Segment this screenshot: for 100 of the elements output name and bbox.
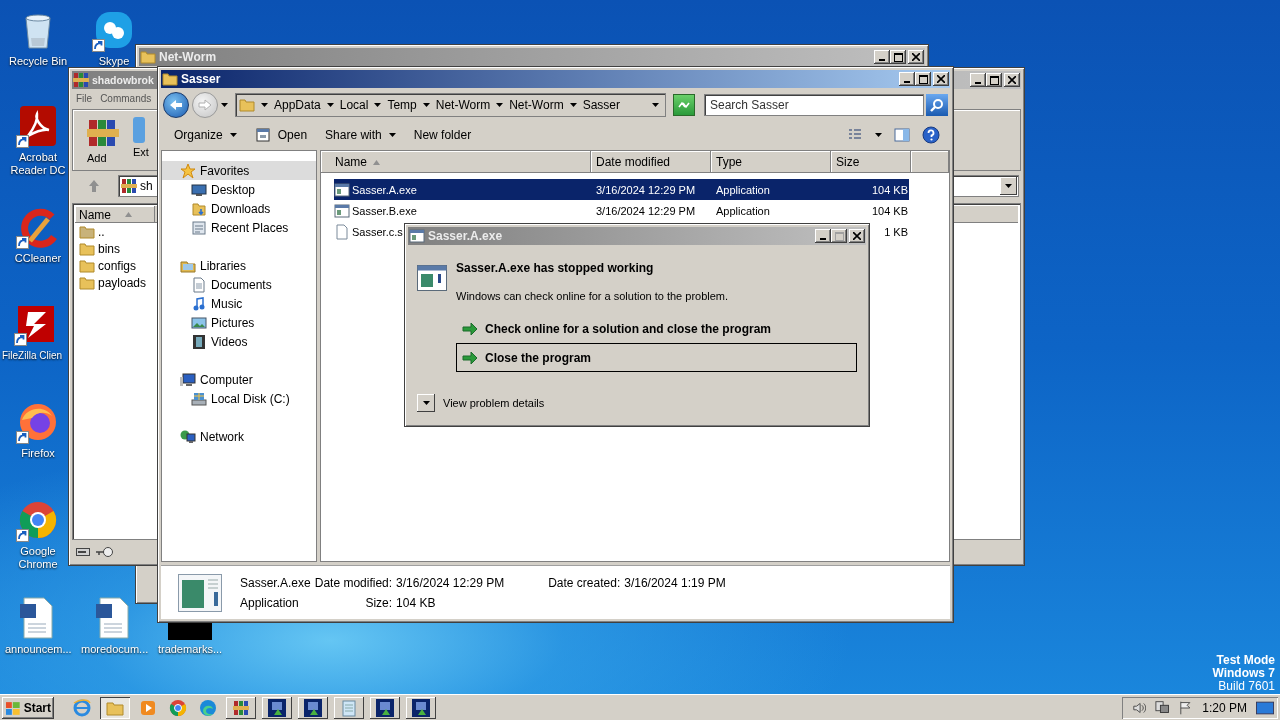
breadcrumb-item[interactable]: Sasser — [582, 98, 620, 112]
dialog-option[interactable]: Close the program — [456, 343, 857, 372]
back-button[interactable] — [163, 92, 189, 118]
desktop-icon — [191, 181, 207, 198]
desktop-icon-label: FileZilla Clien — [2, 349, 62, 362]
taskbar-button[interactable] — [406, 696, 436, 719]
close-button[interactable] — [908, 50, 924, 64]
file-name[interactable]: configs — [98, 258, 137, 273]
dialog-option[interactable]: Check online for a solution and close the program — [456, 314, 857, 343]
maximize-button[interactable] — [915, 72, 931, 86]
nav-item[interactable]: Network — [162, 427, 316, 446]
drive-icon — [76, 548, 90, 556]
nav-item[interactable]: Music — [162, 294, 316, 313]
window-title: Sasser — [181, 72, 221, 86]
application-icon — [334, 202, 350, 219]
nav-item[interactable]: Local Disk (C:) — [162, 389, 316, 408]
column-header[interactable]: Type — [711, 151, 831, 173]
close-icon — [937, 75, 945, 83]
date-cell-text: 3/16/2024 12:29 PM — [595, 204, 697, 217]
refresh-icon — [677, 99, 691, 111]
taskbar-button[interactable] — [370, 696, 400, 719]
close-button[interactable] — [849, 229, 865, 243]
column-header[interactable]: Date modified — [591, 151, 711, 173]
toolbar-button[interactable]: Add — [83, 115, 123, 164]
archive-icon — [121, 178, 137, 194]
show-desktop-icon[interactable] — [1255, 699, 1274, 716]
file-name[interactable]: Sasser.B.exe — [352, 204, 417, 217]
file-row[interactable]: Sasser.A.exe 3/16/2024 12:29 PM Application 104 KB — [334, 179, 909, 200]
flag-icon[interactable] — [1178, 699, 1194, 716]
taskbar-button[interactable] — [226, 696, 256, 719]
command-button[interactable]: Share with — [318, 124, 403, 146]
file-name[interactable]: .. — [98, 224, 105, 239]
menu-item[interactable]: File — [76, 92, 93, 104]
ie-icon — [73, 698, 91, 717]
breadcrumb-item[interactable]: AppData — [274, 98, 321, 112]
clock[interactable]: 1:20 PM — [1202, 700, 1247, 715]
breadcrumb-item[interactable]: Temp — [387, 98, 417, 112]
os-notice-text: Build 7601 — [1218, 680, 1275, 693]
minimize-button[interactable] — [970, 73, 986, 87]
desktop-icon-label: Acrobat Reader DC — [9, 151, 67, 177]
menu-item[interactable]: Commands — [100, 92, 152, 104]
details-value: 3/16/2024 12:29 PM — [396, 575, 505, 590]
nav-item[interactable]: Computer — [162, 370, 316, 389]
nav-item[interactable]: Videos — [162, 332, 316, 351]
network-icon[interactable] — [1155, 699, 1170, 716]
column-header[interactable]: Name — [75, 206, 155, 223]
taskbar-button[interactable] — [100, 696, 130, 719]
column-header[interactable]: Name — [321, 151, 591, 173]
help-icon — [922, 126, 940, 144]
maximize-icon — [834, 231, 844, 241]
size-cell: 104 KB — [871, 204, 909, 217]
address-text[interactable]: sh — [140, 179, 153, 193]
refresh-button[interactable] — [673, 94, 695, 116]
nav-item[interactable]: Documents — [162, 275, 316, 294]
nav-item[interactable]: Recent Places — [162, 218, 316, 237]
address-bar[interactable]: AppData Local Temp Net-Worm Net-Worm Sasser — [235, 93, 666, 117]
desktop-icon-label: Firefox — [21, 447, 55, 460]
arrow-icon — [462, 350, 478, 365]
folder-icon — [162, 71, 178, 87]
minimize-button[interactable] — [874, 50, 890, 64]
minimize-button[interactable] — [815, 229, 831, 243]
nav-item[interactable]: Downloads — [162, 199, 316, 218]
archive-add-icon — [87, 117, 119, 149]
file-name[interactable]: bins — [98, 241, 120, 256]
toolbar-button[interactable]: Ext — [129, 115, 153, 158]
column-header[interactable]: Size — [831, 151, 911, 173]
nav-item[interactable]: Desktop — [162, 180, 316, 199]
application-thumbnail-icon — [178, 573, 222, 612]
close-button[interactable] — [1004, 73, 1020, 87]
breadcrumb-item[interactable]: Local — [339, 98, 369, 112]
command-button[interactable]: Open — [247, 124, 315, 146]
breadcrumb-item[interactable]: Net-Worm — [509, 98, 564, 112]
close-button[interactable] — [933, 72, 949, 86]
breadcrumb-arrow-icon — [569, 103, 577, 107]
start-button[interactable]: Start — [2, 696, 54, 719]
command-button[interactable]: Organize — [167, 124, 244, 146]
details-label: Size: — [364, 595, 393, 610]
file-name[interactable]: payloads — [98, 275, 147, 290]
application-icon — [268, 698, 286, 717]
search-field[interactable]: Search Sasser — [704, 94, 924, 116]
breadcrumb-item[interactable]: Net-Worm — [435, 98, 491, 112]
details-text: Sasser.A.exe — [240, 575, 311, 590]
dropdown-button[interactable] — [1000, 177, 1017, 195]
taskbar-button[interactable] — [298, 696, 328, 719]
taskbar-button[interactable] — [262, 696, 292, 719]
details-label: Date modified: — [314, 575, 393, 590]
taskbar-button[interactable] — [334, 696, 364, 719]
minimize-button[interactable] — [899, 72, 915, 86]
maximize-icon — [893, 52, 903, 62]
command-button[interactable]: New folder — [406, 124, 479, 146]
nav-item[interactable]: Favorites — [162, 161, 316, 180]
file-name[interactable]: Sasser.c.s — [352, 225, 403, 238]
maximize-button[interactable] — [986, 73, 1002, 87]
expand-button[interactable] — [417, 394, 435, 412]
maximize-button[interactable] — [890, 50, 906, 64]
nav-item[interactable]: Pictures — [162, 313, 316, 332]
caret-icon — [388, 133, 396, 137]
details-toggle-label[interactable]: View problem details — [443, 397, 545, 409]
nav-item[interactable]: Libraries — [162, 256, 316, 275]
search-button[interactable] — [926, 94, 948, 116]
